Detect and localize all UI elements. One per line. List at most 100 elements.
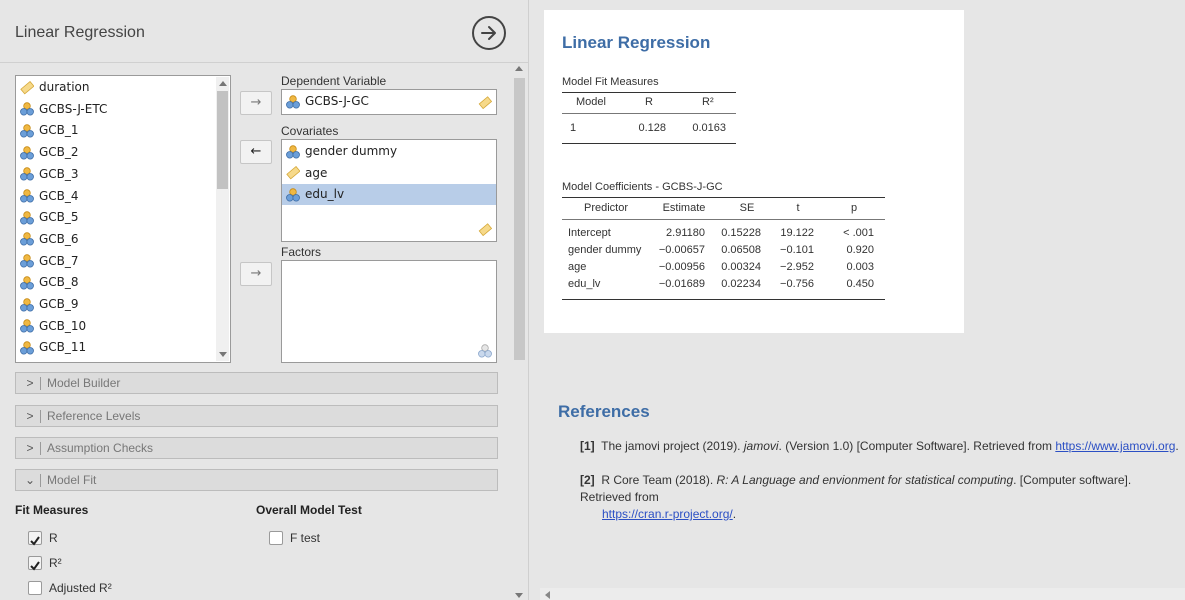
- variable-item[interactable]: duration: [20, 77, 90, 98]
- move-to-dependent-button[interactable]: →: [240, 91, 272, 115]
- covariate-name: gender dummy: [305, 144, 398, 158]
- scroll-thumb[interactable]: [217, 91, 228, 189]
- options-panel: Linear Regression duration GCBS-J-ETC GCB_…: [0, 0, 529, 600]
- covariate-name: edu_lv: [305, 187, 345, 201]
- reference-text: The jamovi project (2019).: [601, 439, 744, 453]
- variable-item[interactable]: GCB_7: [20, 251, 79, 272]
- coef-cell: −0.00956: [658, 261, 705, 273]
- covariate-item[interactable]: age: [286, 163, 327, 184]
- dependent-variable-item[interactable]: GCBS-J-GC: [286, 91, 369, 112]
- run-analysis-button[interactable]: [472, 16, 506, 50]
- reference-link[interactable]: https://cran.r-project.org/: [602, 507, 733, 521]
- covariates-box[interactable]: gender dummy age edu_lv: [281, 139, 497, 242]
- table-rule: [562, 299, 885, 300]
- f-test-label: F test: [290, 531, 321, 545]
- scroll-up-icon[interactable]: [515, 66, 523, 71]
- variable-name: GCBS-J-ETC: [39, 101, 108, 116]
- nominal-variable-icon: [20, 254, 34, 268]
- coef-cell: 0.003: [846, 261, 874, 273]
- coef-header-se: SE: [739, 202, 755, 214]
- reference-italic: jamovi: [743, 439, 779, 453]
- fit-r-checkbox[interactable]: [28, 531, 42, 546]
- scroll-down-icon[interactable]: [219, 352, 227, 357]
- nominal-variable-icon: [20, 145, 34, 160]
- coef-cell: < .001: [843, 227, 874, 239]
- covariates-label: Covariates: [281, 124, 339, 138]
- overall-model-test-title: Overall Model Test: [256, 503, 362, 517]
- variable-item[interactable]: GCB_4: [20, 186, 79, 207]
- fit-r2-checkbox[interactable]: [28, 556, 42, 571]
- move-to-factors-button[interactable]: →: [240, 262, 272, 286]
- fit-header-model: Model: [576, 96, 606, 108]
- continuous-variable-icon: [20, 80, 34, 94]
- options-scrollbar[interactable]: [512, 63, 527, 600]
- section-model-fit[interactable]: ⌄ Model Fit: [15, 469, 498, 491]
- covariate-item[interactable]: edu_lv: [282, 184, 496, 205]
- coef-cell: 0.00324: [721, 261, 761, 273]
- variable-list-scrollbar[interactable]: [216, 77, 229, 361]
- reference-link[interactable]: https://www.jamovi.org: [1055, 439, 1175, 453]
- title-divider: [0, 62, 528, 63]
- factors-box[interactable]: [281, 260, 497, 363]
- variable-name: GCB_7: [39, 253, 79, 268]
- coef-header-p: p: [850, 202, 858, 214]
- reference-text: . (Version 1.0) [Computer Software]. Ret…: [778, 439, 1056, 453]
- variable-item[interactable]: GCB_11: [20, 337, 86, 358]
- variable-name: GCB_1: [39, 123, 79, 138]
- scroll-left-icon[interactable]: [545, 591, 550, 599]
- move-from-covariates-button[interactable]: ←: [240, 140, 272, 164]
- variable-item[interactable]: GCB_3: [20, 164, 79, 185]
- covariate-name: age: [305, 165, 328, 180]
- variable-list[interactable]: duration GCBS-J-ETC GCB_1 GCB_2 GCB_3 GCB_4 GC…: [15, 75, 231, 363]
- scroll-thumb[interactable]: [514, 78, 525, 360]
- table-rule: [562, 113, 736, 114]
- dependent-variable-box[interactable]: GCBS-J-GC: [281, 89, 497, 115]
- scroll-up-icon[interactable]: [219, 81, 227, 86]
- dependent-variable-name: GCBS-J-GC: [305, 94, 369, 108]
- nominal-variable-icon: [20, 189, 34, 203]
- variable-item[interactable]: GCB_10: [20, 316, 86, 337]
- reference-number: [2]: [580, 473, 595, 487]
- results-horizontal-scrollbar[interactable]: [540, 588, 1185, 600]
- variable-item[interactable]: GCB_9: [20, 294, 79, 315]
- nominal-variable-icon: [20, 341, 34, 355]
- section-label: Assumption Checks: [47, 441, 154, 455]
- coef-cell: −0.01689: [658, 278, 705, 290]
- section-reference-levels[interactable]: > Reference Levels: [15, 405, 498, 427]
- chevron-right-icon: >: [26, 441, 34, 455]
- nominal-variable-icon: [20, 124, 34, 138]
- coef-header-predictor: Predictor: [583, 202, 629, 214]
- section-assumption-checks[interactable]: > Assumption Checks: [15, 437, 498, 459]
- nominal-variable-icon: [286, 144, 300, 158]
- variable-name: GCB_5: [39, 210, 79, 225]
- variable-item[interactable]: GCB_5: [20, 207, 79, 228]
- coef-cell: −0.101: [780, 244, 814, 256]
- nominal-variable-icon: [20, 167, 34, 181]
- scroll-down-icon[interactable]: [515, 593, 523, 598]
- reference-italic: R: A Language and envionment for statist…: [716, 473, 1014, 487]
- variable-name: GCB_8: [39, 275, 79, 290]
- variable-item[interactable]: GCB_8: [20, 272, 79, 293]
- fit-cell: 0.128: [638, 122, 666, 134]
- options-title: Linear Regression: [15, 24, 145, 41]
- variable-item[interactable]: GCBS-J-ETC: [20, 99, 107, 120]
- variable-name: GCB_6: [39, 231, 79, 246]
- results-title: Linear Regression: [562, 33, 711, 52]
- fit-adjusted-r2-checkbox[interactable]: [28, 581, 42, 595]
- nominal-variable-icon: [20, 232, 34, 246]
- references-title: References: [558, 402, 650, 421]
- variable-item[interactable]: GCB_1: [20, 120, 79, 141]
- fit-r2-label: R²: [49, 556, 62, 570]
- covariate-item[interactable]: gender dummy: [286, 141, 397, 162]
- chevron-right-icon: >: [26, 409, 34, 423]
- coef-cell: 0.920: [846, 244, 874, 256]
- section-label: Model Fit: [47, 473, 97, 487]
- f-test-checkbox[interactable]: [269, 531, 283, 545]
- variable-item[interactable]: GCB_6: [20, 229, 79, 250]
- variable-name: duration: [39, 80, 90, 94]
- nominal-variable-icon: [20, 102, 34, 116]
- section-model-builder[interactable]: > Model Builder: [15, 372, 498, 394]
- chevron-down-icon: ⌄: [24, 473, 36, 487]
- coef-cell: gender dummy: [568, 244, 642, 256]
- variable-item[interactable]: GCB_2: [20, 142, 79, 163]
